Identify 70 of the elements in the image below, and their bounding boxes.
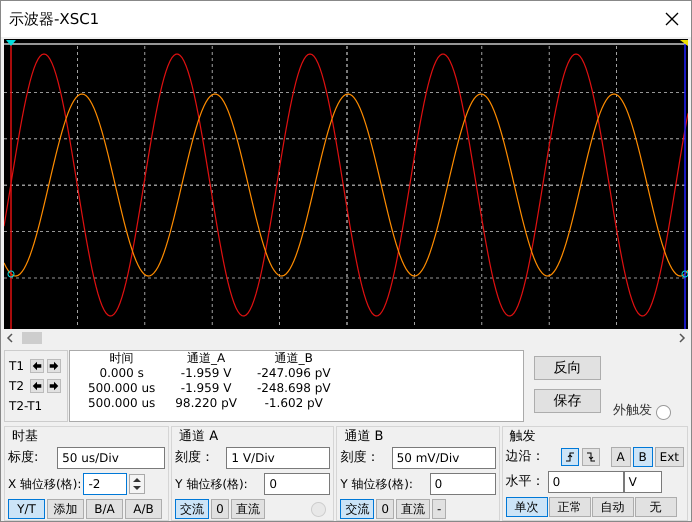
- field-label: Y 轴位移(格):: [340, 476, 413, 493]
- input-field[interactable]: 50 us/Div: [57, 447, 166, 469]
- falling-edge-icon: [586, 452, 596, 462]
- table-cell-text: 500.000 us: [87, 396, 156, 411]
- coupling-button[interactable]: 交流: [340, 499, 374, 519]
- table-cell-text: -1.602 pV: [264, 396, 324, 411]
- left-arrow-icon[interactable]: [30, 379, 44, 393]
- field-label: Y 轴位移(格):: [175, 476, 248, 493]
- coupling-button[interactable]: 0: [211, 499, 229, 519]
- source-button[interactable]: Ext: [654, 447, 684, 467]
- cursor-label: T1: [9, 358, 25, 375]
- rising-edge-icon: [564, 452, 575, 462]
- falling-edge-button[interactable]: [582, 448, 600, 466]
- coupling-button[interactable]: 交流: [175, 499, 210, 519]
- group-title: 触发: [508, 428, 537, 445]
- group-title: 通道 A: [178, 428, 220, 445]
- source-button[interactable]: B: [632, 447, 653, 467]
- close-icon[interactable]: [665, 12, 679, 26]
- column-header: 通道_B: [274, 351, 314, 366]
- cursor-label: T2: [9, 378, 25, 395]
- save-button[interactable]: 保存: [534, 389, 601, 413]
- coupling-button[interactable]: 直流: [230, 499, 265, 519]
- input-field[interactable]: 1 V/Div: [226, 447, 330, 469]
- table-cell-text: 98.220 pV: [174, 396, 238, 411]
- trigger-mode-button[interactable]: 无: [634, 497, 677, 517]
- spinner-icon[interactable]: [129, 474, 146, 494]
- table-cell-text: -248.698 pV: [256, 381, 332, 396]
- field-label: 边沿：: [506, 448, 546, 466]
- source-button[interactable]: A: [610, 447, 631, 467]
- coupling-button[interactable]: 直流: [396, 499, 430, 519]
- field-label: X 轴位移(格):: [8, 476, 82, 493]
- coupling-button[interactable]: -: [432, 499, 446, 519]
- coupling-button[interactable]: 0: [376, 499, 394, 519]
- radio-button[interactable]: [311, 502, 326, 516]
- radio-button[interactable]: [656, 405, 671, 420]
- mode-button[interactable]: B/A: [86, 499, 123, 519]
- mode-button[interactable]: A/B: [125, 499, 162, 519]
- column-header: 通道_A: [186, 351, 226, 366]
- right-arrow-icon[interactable]: [47, 359, 61, 373]
- trigger-mode-button[interactable]: 单次: [506, 497, 548, 517]
- column-header: 时间: [108, 351, 135, 366]
- right-arrow-icon[interactable]: [47, 379, 61, 393]
- group-title: 时基: [11, 428, 39, 445]
- table-cell-text: 500.000 us: [87, 381, 156, 396]
- rising-edge-button[interactable]: [560, 448, 579, 466]
- input-field[interactable]: 0: [264, 473, 330, 495]
- mode-button[interactable]: 添加: [47, 499, 84, 519]
- field-label: 标度:: [8, 449, 38, 468]
- table-cell-text: -247.096 pV: [256, 366, 332, 381]
- table-cell-text: -1.959 V: [180, 381, 232, 396]
- field-label: 刻度：: [175, 449, 214, 468]
- input-field[interactable]: 50 mV/Div: [392, 447, 496, 469]
- field-label: 水平：: [506, 473, 546, 492]
- group-title: 通道 B: [343, 428, 384, 445]
- input-field[interactable]: 0: [548, 471, 624, 493]
- input-field[interactable]: -2: [83, 473, 128, 495]
- input-field[interactable]: 0: [430, 473, 496, 495]
- trigger-mode-button[interactable]: 自动: [592, 497, 634, 517]
- input-field[interactable]: V: [624, 471, 662, 493]
- cursor-label: T2-T1: [9, 398, 44, 415]
- reverse-button[interactable]: 反向: [534, 356, 601, 380]
- left-arrow-icon[interactable]: [30, 359, 44, 373]
- external-trigger-label: 外触发: [613, 402, 652, 420]
- window-title: 示波器-XSC1: [9, 8, 100, 30]
- field-label: 刻度：: [340, 449, 380, 468]
- mode-button[interactable]: Y/T: [8, 499, 45, 519]
- scrollbar-thumb[interactable]: [22, 332, 42, 344]
- table-cell-text: 0.000 s: [98, 366, 145, 381]
- table-cell-text: -1.959 V: [180, 366, 232, 381]
- trigger-mode-button[interactable]: 正常: [548, 497, 591, 517]
